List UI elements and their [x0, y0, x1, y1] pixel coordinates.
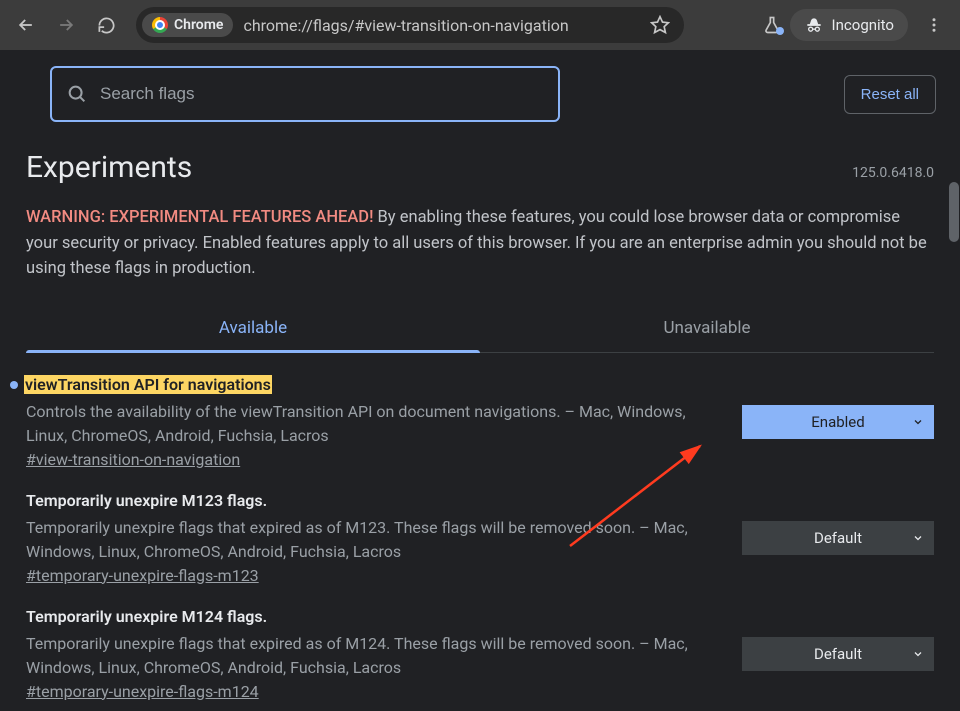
bookmark-star-icon[interactable] [650, 15, 670, 35]
flag-anchor-link[interactable]: #temporary-unexpire-flags-m124 [26, 682, 259, 701]
tab-available[interactable]: Available [26, 304, 480, 352]
modified-dot-icon [10, 381, 18, 389]
chrome-icon [152, 17, 168, 33]
site-chip-label: Chrome [174, 17, 223, 33]
search-input[interactable] [100, 84, 544, 104]
flag-title: Temporarily unexpire M124 flags. [26, 607, 267, 626]
flag-state-select[interactable]: Default [742, 637, 934, 671]
site-chip[interactable]: Chrome [142, 13, 233, 37]
reset-all-button[interactable]: Reset all [844, 75, 936, 114]
warning-lead: WARNING: EXPERIMENTAL FEATURES AHEAD! [26, 208, 373, 227]
address-bar[interactable]: Chrome chrome://flags/#view-transition-o… [136, 7, 684, 43]
url-text: chrome://flags/#view-transition-on-navig… [243, 16, 568, 35]
notification-dot-icon [776, 27, 784, 35]
incognito-label: Incognito [832, 16, 894, 34]
search-flags-field[interactable] [50, 66, 560, 122]
flag-description: Temporarily unexpire flags that expired … [26, 516, 722, 564]
chevron-down-icon [912, 532, 924, 544]
flag-anchor-link[interactable]: #temporary-unexpire-flags-m123 [26, 566, 259, 585]
flag-title: Temporarily unexpire M123 flags. [26, 491, 267, 510]
flags-page: Reset all Experiments 125.0.6418.0 WARNI… [0, 50, 960, 711]
tab-unavailable[interactable]: Unavailable [480, 304, 934, 352]
tabs: Available Unavailable [26, 304, 934, 353]
browser-toolbar: Chrome chrome://flags/#view-transition-o… [0, 0, 960, 50]
flag-description: Controls the availability of the viewTra… [26, 400, 722, 448]
flag-state-select[interactable]: Default [742, 521, 934, 555]
flags-list: viewTransition API for navigations Contro… [26, 353, 934, 701]
page-title: Experiments [26, 150, 192, 185]
select-value: Enabled [811, 413, 864, 431]
reload-button[interactable] [88, 7, 124, 43]
flag-row: viewTransition API for navigations Contro… [26, 353, 934, 469]
flag-anchor-link[interactable]: #view-transition-on-navigation [26, 450, 240, 469]
chevron-down-icon [912, 648, 924, 660]
flag-state-select[interactable]: Enabled [742, 405, 934, 439]
labs-icon[interactable] [762, 15, 782, 35]
search-icon [66, 83, 88, 105]
flag-title: viewTransition API for navigations [24, 375, 272, 394]
forward-button[interactable] [48, 7, 84, 43]
flag-row: Temporarily unexpire M124 flags. Temporar… [26, 585, 934, 701]
warning-text: WARNING: EXPERIMENTAL FEATURES AHEAD! By… [26, 205, 934, 282]
chevron-down-icon [912, 416, 924, 428]
incognito-icon [804, 15, 824, 35]
incognito-badge[interactable]: Incognito [790, 9, 908, 41]
scrollbar-thumb[interactable] [949, 182, 959, 242]
version-label: 125.0.6418.0 [852, 165, 934, 181]
flag-description: Temporarily unexpire flags that expired … [26, 632, 722, 680]
select-value: Default [814, 645, 862, 663]
select-value: Default [814, 529, 862, 547]
menu-button[interactable] [916, 16, 952, 34]
flag-row: Temporarily unexpire M123 flags. Temporar… [26, 469, 934, 585]
back-button[interactable] [8, 7, 44, 43]
